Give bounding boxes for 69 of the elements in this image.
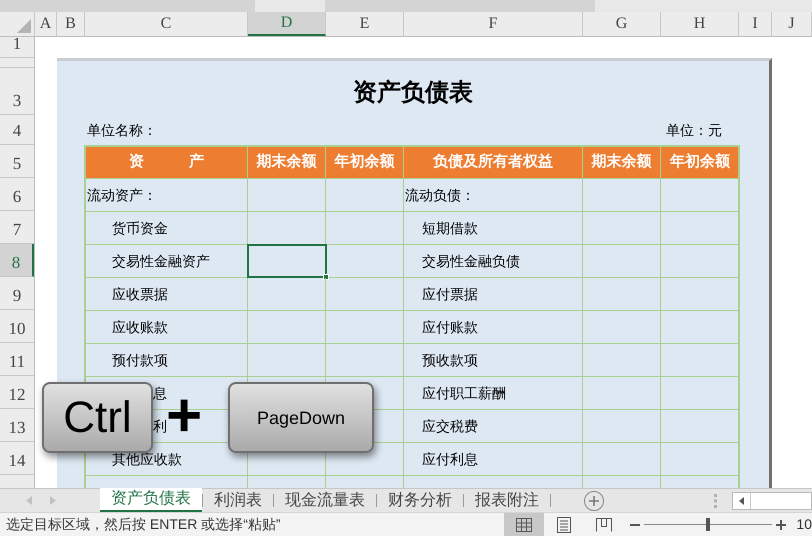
item-label: 应付账款 (421, 318, 478, 336)
column-header[interactable]: F (404, 12, 583, 36)
item-label: 预收款项 (421, 350, 478, 370)
row-header[interactable]: 3 (0, 68, 34, 115)
item-label: 应付利息 (421, 450, 478, 468)
row-header[interactable]: 12 (0, 376, 34, 409)
zoom-percent[interactable]: 10 (786, 514, 812, 535)
zoom-in-icon[interactable] (776, 520, 786, 530)
item-label: 短期借款 (421, 218, 478, 238)
column-header[interactable]: B (57, 12, 85, 36)
item-label: 应交税费 (421, 416, 478, 436)
section-label: 流动资产： (86, 186, 157, 204)
row-header[interactable]: 9 (0, 277, 34, 310)
sheet-tab[interactable]: 资产负债表 (100, 488, 202, 512)
sheet-tab[interactable]: 现金流量表 (274, 489, 376, 512)
item-label: 货币资金 (111, 218, 168, 238)
column-header[interactable]: D (248, 12, 326, 36)
row-header[interactable]: 13 (0, 409, 34, 442)
item-label: 息 (152, 384, 167, 402)
add-sheet-button[interactable] (584, 490, 604, 510)
item-label: 应付职工薪酬 (421, 384, 506, 402)
grid-icon (516, 518, 532, 532)
active-cell[interactable] (247, 244, 327, 278)
column-header[interactable]: G (583, 12, 661, 36)
unit-label: 单位：元 (666, 120, 722, 140)
sheet-tab[interactable]: 报表附注 (464, 489, 550, 512)
row-header[interactable]: 8 (0, 244, 34, 277)
row-header[interactable]: 5 (0, 145, 34, 178)
row-header[interactable]: 11 (0, 343, 34, 376)
row-header[interactable]: 10 (0, 310, 34, 343)
keyboard-key: PageDown (228, 382, 374, 453)
page-icon (557, 516, 572, 532)
sheet-tab[interactable]: 利润表 (203, 489, 273, 512)
item-label: 预付款项 (111, 350, 168, 370)
keyboard-key: Ctrl (42, 382, 153, 453)
page-break-icon (596, 518, 612, 532)
column-header[interactable]: E (326, 12, 404, 36)
column-heading: 负债及所有者权益 (404, 147, 583, 178)
fill-handle[interactable] (323, 274, 329, 280)
item-label: 交易性金融负债 (421, 252, 520, 270)
horizontal-scrollbar[interactable] (732, 492, 812, 510)
row-header[interactable]: 14 (0, 442, 34, 475)
column-header[interactable]: J (772, 12, 812, 36)
plus-sign: + (166, 385, 202, 447)
row-header[interactable]: 1 (0, 37, 34, 58)
zoom-slider-thumb[interactable] (706, 518, 710, 531)
item-label: 交易性金融资产 (111, 252, 210, 270)
column-header[interactable]: I (739, 12, 772, 36)
item-label: 应付票据 (421, 284, 478, 304)
section-label: 流动负债： (404, 186, 475, 204)
column-heading: 资 产 (86, 147, 248, 178)
column-header[interactable]: A (35, 12, 57, 36)
item-label: 应收票据 (111, 284, 168, 304)
row-header[interactable]: 6 (0, 178, 34, 211)
column-header[interactable]: H (661, 12, 739, 36)
row-header[interactable]: 4 (0, 115, 34, 145)
plus-icon (588, 494, 600, 506)
item-label: 应收账款 (111, 318, 168, 336)
sheet-title: 资产负债表 (353, 76, 473, 108)
scroll-left-icon[interactable] (739, 496, 744, 504)
sheet-tab[interactable]: 财务分析 (377, 489, 463, 512)
column-heading: 期末余额 (583, 147, 661, 178)
view-button[interactable] (504, 512, 544, 536)
column-heading: 期末余额 (248, 147, 326, 178)
status-message: 选定目标区域，然后按 ENTER 或选择“粘贴” (5, 515, 281, 534)
column-heading: 年初余额 (326, 147, 404, 178)
zoom-slider[interactable] (644, 518, 772, 531)
unit-name-label: 单位名称： (87, 120, 157, 140)
column-heading: 年初余额 (668, 152, 731, 172)
